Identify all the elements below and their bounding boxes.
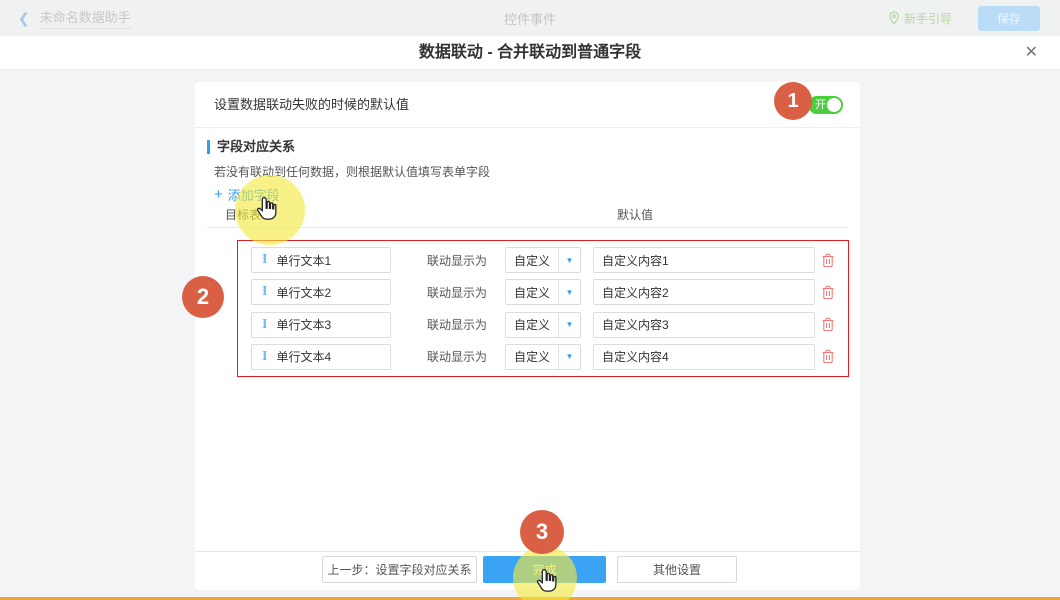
mode-select[interactable]: 自定义 ▼ [505,344,581,370]
default-value-input[interactable] [593,279,815,305]
text-field-icon: I [262,253,267,267]
text-field-icon: I [262,318,267,332]
trash-icon[interactable] [821,349,835,364]
done-button[interactable]: 完成 [483,556,606,583]
toggle-knob [827,98,841,112]
dialog-body-panel: 设置数据联动失败的时候的默认值 开 1 字段对应关系 若没有联动到任何数据，则根… [195,82,860,590]
default-value-setting-row: 设置数据联动失败的时候的默认值 开 [195,82,860,128]
default-value-input[interactable] [593,247,815,273]
target-field-value: 单行文本2 [276,284,331,301]
plus-icon: + [214,186,223,203]
mode-select[interactable]: 自定义 ▼ [505,247,581,273]
target-field-input[interactable]: I 单行文本1 [251,247,391,273]
toggle-on-label: 开 [815,99,826,111]
trash-icon[interactable] [821,285,835,300]
mode-select[interactable]: 自定义 ▼ [505,279,581,305]
target-field-input[interactable]: I 单行文本4 [251,344,391,370]
save-button[interactable]: 保存 [978,6,1040,31]
link-display-label: 联动显示为 [427,316,489,333]
other-settings-button[interactable]: 其他设置 [617,556,737,583]
field-mapping-row: I 单行文本1 联动显示为 自定义 ▼ [238,247,848,273]
target-field-value: 单行文本3 [276,316,331,333]
target-field-value: 单行文本4 [276,348,331,365]
mode-select-value: 自定义 [506,284,558,301]
step-badge-3: 3 [520,510,564,554]
field-mapping-row: I 单行文本3 联动显示为 自定义 ▼ [238,312,848,338]
step-badge-2: 2 [182,276,224,318]
trash-icon[interactable] [821,253,835,268]
target-field-input[interactable]: I 单行文本3 [251,312,391,338]
chevron-down-icon[interactable]: ▼ [558,280,580,304]
field-mapping-group: I 单行文本1 联动显示为 自定义 ▼ I 单行文本2 联动显示为 自定义 ▼ [237,240,849,377]
step-badge-1: 1 [774,82,812,120]
default-value-input[interactable] [593,312,815,338]
section-heading: 字段对应关系 [207,140,295,154]
column-header-target: 目标表单 [225,206,273,223]
default-value-input[interactable] [593,344,815,370]
column-header-default: 默认值 [617,206,653,223]
chevron-down-icon[interactable]: ▼ [558,313,580,337]
add-field-label: 添加字段 [228,185,280,204]
chevron-down-icon[interactable]: ▼ [558,345,580,369]
topbar-actions: 新手引导 保存 [888,0,1040,36]
top-bar: ❮ 未命名数据助手 控件事件 新手引导 保存 [0,0,1060,36]
header-divider [207,227,848,228]
section-description: 若没有联动到任何数据，则根据默认值填写表单字段 [214,163,490,180]
trash-icon[interactable] [821,317,835,332]
field-mapping-row: I 单行文本2 联动显示为 自定义 ▼ [238,279,848,305]
close-icon[interactable]: ✕ [1025,43,1038,63]
mode-select-value: 自定义 [506,252,558,269]
guide-label: 新手引导 [904,10,952,27]
text-field-icon: I [262,285,267,299]
text-field-icon: I [262,350,267,364]
add-field-link[interactable]: + 添加字段 [214,185,280,204]
chevron-down-icon[interactable]: ▼ [558,248,580,272]
dialog-title: 数据联动 - 合并联动到普通字段 [0,36,1060,70]
link-display-label: 联动显示为 [427,252,489,269]
mode-select-value: 自定义 [506,316,558,333]
link-display-label: 联动显示为 [427,348,489,365]
dialog-header: 数据联动 - 合并联动到普通字段 ✕ [0,36,1060,70]
prev-step-button[interactable]: 上一步：设置字段对应关系 [322,556,477,583]
field-mapping-row: I 单行文本4 联动显示为 自定义 ▼ [238,344,848,370]
mode-select[interactable]: 自定义 ▼ [505,312,581,338]
target-field-value: 单行文本1 [276,252,331,269]
target-field-input[interactable]: I 单行文本2 [251,279,391,305]
pin-icon [888,11,900,25]
link-display-label: 联动显示为 [427,284,489,301]
default-toggle[interactable]: 开 [808,96,843,114]
guide-link[interactable]: 新手引导 [888,10,952,27]
dialog-footer: 上一步：设置字段对应关系 完成 其他设置 [195,551,860,590]
default-setting-label: 设置数据联动失败的时候的默认值 [214,82,409,128]
mode-select-value: 自定义 [506,348,558,365]
